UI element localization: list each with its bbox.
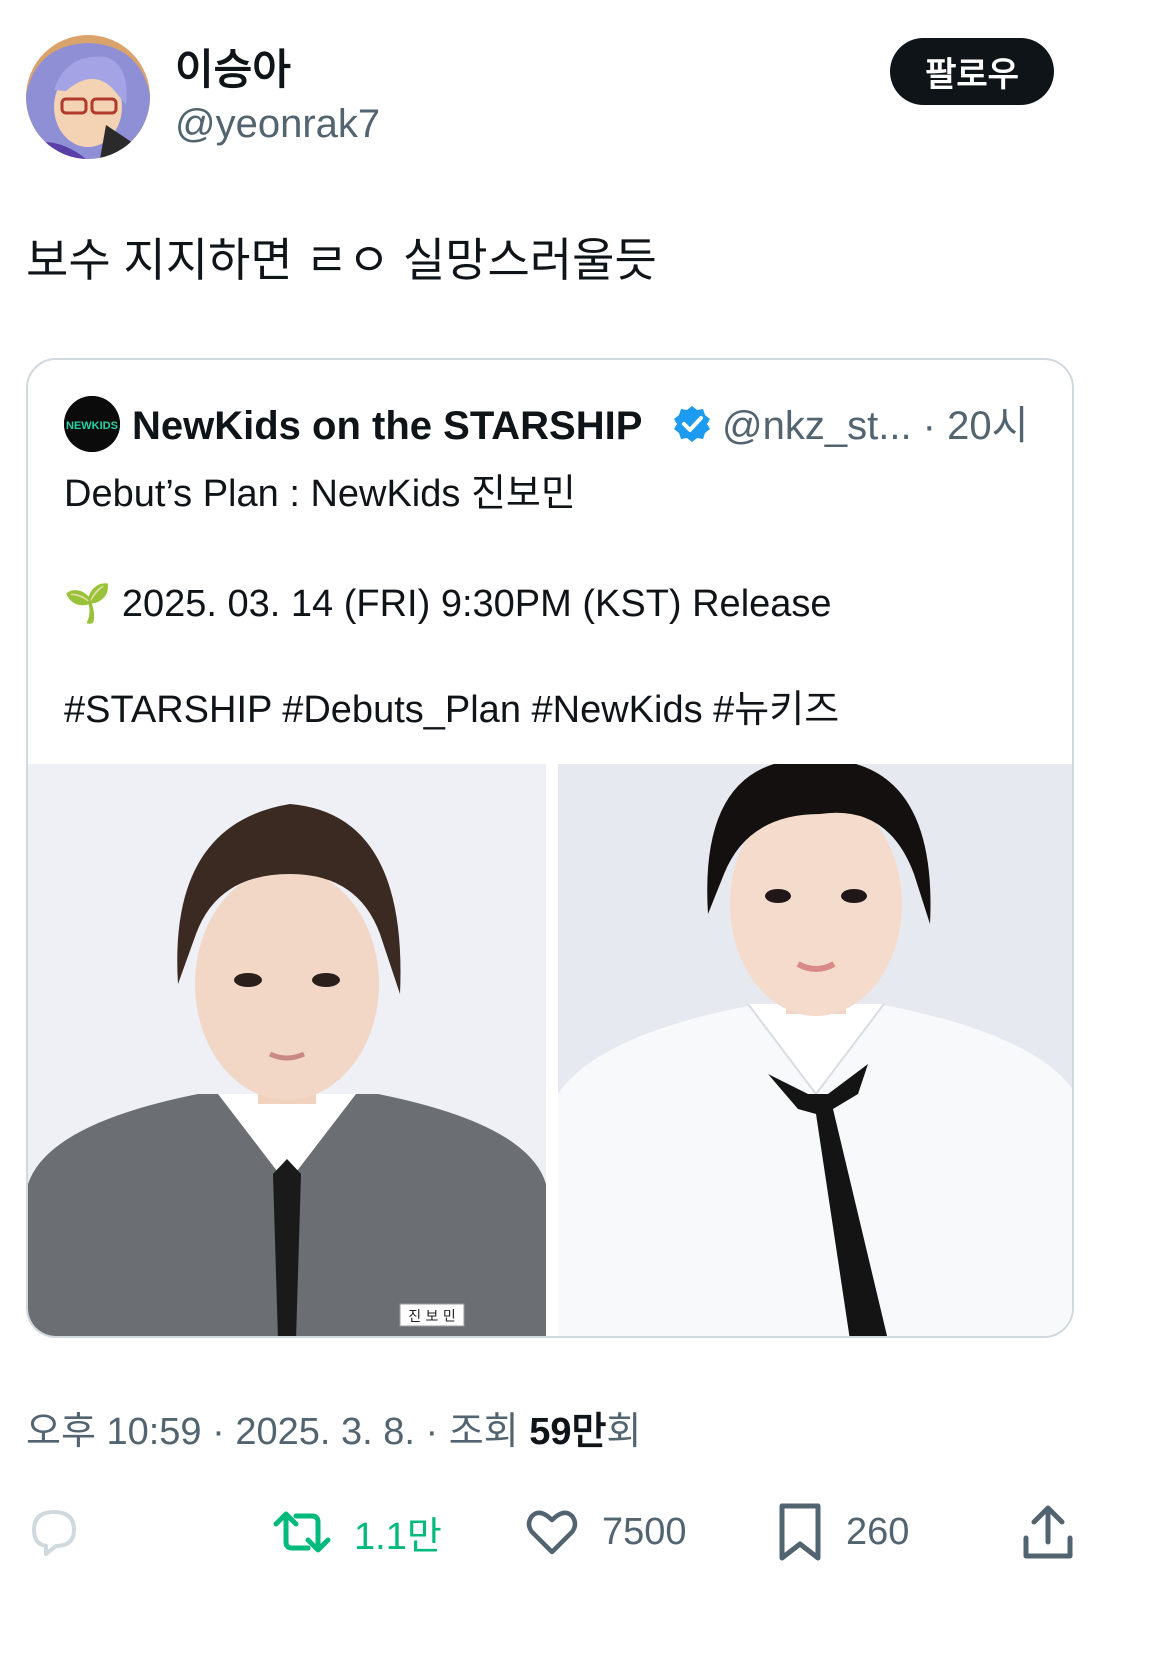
bookmark-button[interactable]: 260	[776, 1500, 909, 1564]
quoted-avatar[interactable]: NEWKIDS	[64, 396, 120, 452]
author-display-name[interactable]: 이승아	[175, 42, 291, 98]
action-bar: 1.1만 7500 260	[0, 1500, 1170, 1570]
like-icon	[526, 1510, 578, 1555]
view-count: 59만	[529, 1411, 607, 1453]
author-handle[interactable]: @yeonrak7	[175, 98, 380, 150]
bookmark-count: 260	[846, 1510, 910, 1553]
seedling-icon: 🌱	[64, 583, 112, 625]
like-count: 7500	[602, 1510, 687, 1553]
reply-button[interactable]	[26, 1500, 82, 1564]
author-avatar[interactable]	[26, 35, 150, 159]
quoted-avatar-logo-text: NEWKIDS	[66, 420, 118, 432]
follow-button[interactable]: 팔로우	[890, 38, 1054, 105]
photo-uniform-portrait[interactable]: 진 보 민	[28, 764, 546, 1336]
release-date-text: 2025. 03. 14 (FRI) 9:30PM (KST) Release	[121, 583, 832, 625]
quoted-hashtags[interactable]: #STARSHIP #Debuts_Plan #NewKids #뉴키즈	[64, 684, 839, 736]
tweet-text: 보수 지지하면 ㄹㅇ 실망스러울듯	[26, 234, 657, 286]
tweet-meta: 오후 10:59 · 2025. 3. 8. · 조회 59만회	[26, 1404, 641, 1460]
retweet-button[interactable]: 1.1만	[272, 1500, 442, 1564]
bookmark-icon	[779, 1503, 821, 1561]
retweet-icon	[273, 1511, 331, 1553]
share-icon	[1023, 1505, 1073, 1559]
quoted-text-line-2: 🌱 2025. 03. 14 (FRI) 9:30PM (KST) Releas…	[64, 578, 832, 630]
quoted-tweet-card[interactable]: NEWKIDS NewKids on the STARSHIP @nkz_st.…	[26, 358, 1074, 1338]
quoted-handle-time: @nkz_st... · 20시	[722, 404, 1029, 448]
verified-badge-icon	[672, 404, 712, 444]
quoted-display-name[interactable]: NewKids on the STARSHIP	[132, 400, 642, 452]
quoted-media[interactable]: 진 보 민	[28, 764, 1072, 1336]
quoted-text-line-1: Debut’s Plan : NewKids 진보민	[64, 473, 576, 515]
reply-icon	[32, 1510, 76, 1556]
photo-shirt-portrait[interactable]	[558, 764, 1072, 1336]
timestamp: 오후 10:59 · 2025. 3. 8. · 조회	[26, 1411, 530, 1453]
retweet-count: 1.1만	[354, 1515, 442, 1558]
name-tag-text: 진 보 민	[408, 1309, 456, 1325]
like-button[interactable]: 7500	[524, 1500, 687, 1564]
view-suffix: 회	[606, 1411, 642, 1453]
share-button[interactable]	[1020, 1500, 1076, 1564]
